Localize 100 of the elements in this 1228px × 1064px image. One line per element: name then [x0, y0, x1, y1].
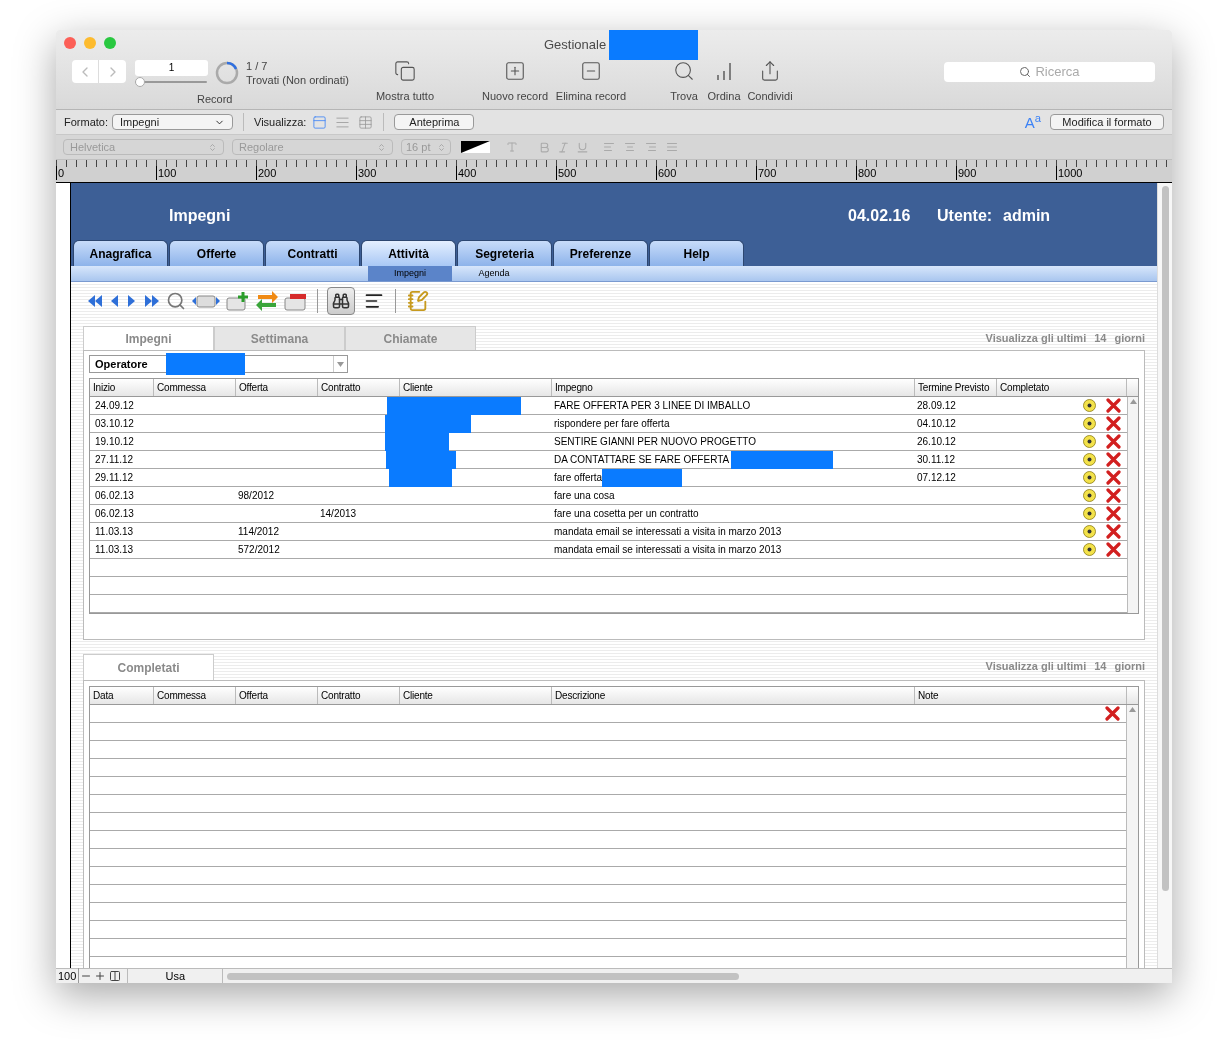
delete-icon[interactable]: [1106, 488, 1121, 503]
complete-icon[interactable]: [1083, 543, 1096, 556]
filter-label: Visualizza gli ultimi: [985, 658, 1087, 674]
close-button[interactable]: [64, 37, 76, 49]
copy-icon: [394, 60, 416, 82]
delete-icon[interactable]: [1106, 470, 1121, 485]
table-row[interactable]: 11.03.13 114/2012 mandata email se interessati a visita in marzo 2013: [90, 523, 1127, 541]
layout-icon[interactable]: [109, 970, 122, 982]
sub-tab[interactable]: Agenda: [452, 266, 536, 281]
binoculars-button[interactable]: [327, 287, 355, 315]
last-record-icon[interactable]: [143, 292, 161, 310]
toolbar-button[interactable]: Ordina: [707, 60, 741, 105]
column-header[interactable]: Contratto: [318, 687, 400, 704]
view-button[interactable]: [312, 114, 328, 130]
complete-icon[interactable]: [1083, 471, 1096, 484]
table-row[interactable]: 19.10.12 SENTIRE GIANNI PER NUOVO PROGETTO 26.10.12: [90, 433, 1127, 451]
delete-icon[interactable]: [1106, 542, 1121, 557]
delete-icon[interactable]: [1106, 416, 1121, 431]
nav-tab[interactable]: Preferenze: [553, 240, 648, 266]
mode-label[interactable]: Usa: [127, 967, 224, 983]
first-record-icon[interactable]: [86, 292, 104, 310]
scrollbar[interactable]: [1127, 397, 1138, 613]
scrollbar[interactable]: [1126, 705, 1138, 968]
format-dropdown[interactable]: Impegni: [112, 114, 233, 130]
record-slider[interactable]: [135, 77, 207, 87]
complete-icon[interactable]: [1083, 453, 1096, 466]
scroll-up-icon[interactable]: [1129, 399, 1137, 404]
text-align-icon[interactable]: [364, 291, 384, 311]
scroll-up-icon[interactable]: [1129, 707, 1136, 712]
delete-icon[interactable]: [1105, 706, 1120, 721]
modify-layout-button[interactable]: Modifica il formato: [1050, 114, 1164, 130]
table-cell-text: SENTIRE GIANNI PER NUOVO PROGETTO: [554, 434, 757, 449]
nav-tab[interactable]: Contratti: [265, 240, 360, 266]
table-cell-text: 06.02.13: [94, 489, 135, 503]
previous-record-icon[interactable]: [109, 292, 121, 310]
column-header[interactable]: Contratto: [318, 379, 400, 396]
dropdown-arrow-icon[interactable]: [337, 361, 344, 367]
ruler-mark: 1000: [1056, 166, 1083, 180]
user-name: admin: [1003, 206, 1051, 226]
delete-record-icon[interactable]: [284, 291, 308, 311]
delete-icon[interactable]: [1106, 452, 1121, 467]
nav-tab[interactable]: Attività: [361, 240, 456, 266]
nav-tab[interactable]: Anagrafica: [73, 240, 168, 266]
column-header[interactable]: Offerta: [236, 687, 318, 704]
table-row[interactable]: 29.11.12 fare offerta 07.12.12: [90, 469, 1127, 487]
toolbar-button[interactable]: Nuovo record: [477, 60, 553, 105]
complete-icon[interactable]: [1083, 435, 1096, 448]
nav-tab[interactable]: Offerte: [169, 240, 264, 266]
table-row[interactable]: 11.03.13 572/2012 mandata email se interessati a visita in marzo 2013: [90, 541, 1127, 559]
table-row[interactable]: 06.02.13 98/2012 fare una cosa: [90, 487, 1127, 505]
toolbar-button[interactable]: Trova: [667, 60, 701, 105]
zoom-in-icon[interactable]: [94, 970, 107, 982]
toolbar-button[interactable]: Condividi: [745, 60, 795, 105]
column-header[interactable]: Note: [915, 687, 1127, 704]
column-header[interactable]: Cliente: [400, 379, 552, 396]
column-header[interactable]: Commessa: [154, 379, 236, 396]
delete-icon[interactable]: [1106, 524, 1121, 539]
panel-tab[interactable]: Impegni: [83, 326, 214, 350]
column-header[interactable]: Impegno: [552, 379, 915, 396]
column-header[interactable]: Offerta: [236, 379, 318, 396]
column-header[interactable]: Termine Previsto: [915, 379, 997, 396]
toolbar-button[interactable]: Elimina record: [553, 60, 629, 105]
add-record-icon[interactable]: [226, 291, 250, 311]
complete-icon[interactable]: [1083, 417, 1096, 430]
column-header[interactable]: Descrizione: [552, 687, 915, 704]
column-header[interactable]: Data: [90, 687, 154, 704]
ruler-mark: 200: [256, 166, 277, 180]
sub-tab[interactable]: Impegni: [368, 266, 452, 281]
horizontal-scrollbar-thumb[interactable]: [227, 972, 740, 980]
delete-icon[interactable]: [1106, 434, 1121, 449]
swap-icon[interactable]: [255, 290, 279, 312]
complete-icon[interactable]: [1083, 489, 1096, 502]
table-row[interactable]: 27.11.12 DA CONTATTARE SE FARE OFFERTA 30.11.12: [90, 451, 1127, 469]
delete-icon[interactable]: [1106, 506, 1121, 521]
scrollbar-thumb[interactable]: [1161, 186, 1169, 891]
notepad-icon[interactable]: [407, 290, 429, 312]
date-label: 04.02.16: [848, 206, 911, 226]
stepper-icon: [377, 142, 386, 152]
complete-icon[interactable]: [1083, 507, 1096, 520]
table-row[interactable]: 03.10.12 rispondere per fare offerta 04.10.12: [90, 415, 1127, 433]
panel-tab[interactable]: Completati: [83, 654, 214, 680]
column-header[interactable]: Commessa: [154, 687, 236, 704]
toolbar-button[interactable]: Mostra tutto: [368, 60, 442, 105]
column-header[interactable]: Completato: [997, 379, 1127, 396]
column-header[interactable]: Inizio: [90, 379, 154, 396]
zoom-level[interactable]: 100: [56, 967, 80, 983]
nav-tab[interactable]: Segreteria: [457, 240, 552, 266]
table-row[interactable]: 06.02.13 14/2013 fare una cosetta per un contratto: [90, 505, 1127, 523]
progress-ring: [215, 61, 239, 85]
delete-icon[interactable]: [1106, 398, 1121, 413]
record-field[interactable]: 1: [135, 60, 208, 76]
complete-icon[interactable]: [1083, 399, 1096, 412]
search-icon[interactable]: [166, 291, 186, 311]
table-row[interactable]: 24.09.12 FARE OFFERTA PER 3 LINEE DI IMBALLO 28.09.12: [90, 397, 1127, 415]
color-swatch[interactable]: [461, 141, 490, 153]
nav-tab[interactable]: Help: [649, 240, 744, 266]
preview-button[interactable]: Anteprima: [394, 114, 475, 130]
column-header[interactable]: Cliente: [400, 687, 552, 704]
operator-dropdown[interactable]: Operatore: [89, 355, 348, 373]
complete-icon[interactable]: [1083, 525, 1096, 538]
